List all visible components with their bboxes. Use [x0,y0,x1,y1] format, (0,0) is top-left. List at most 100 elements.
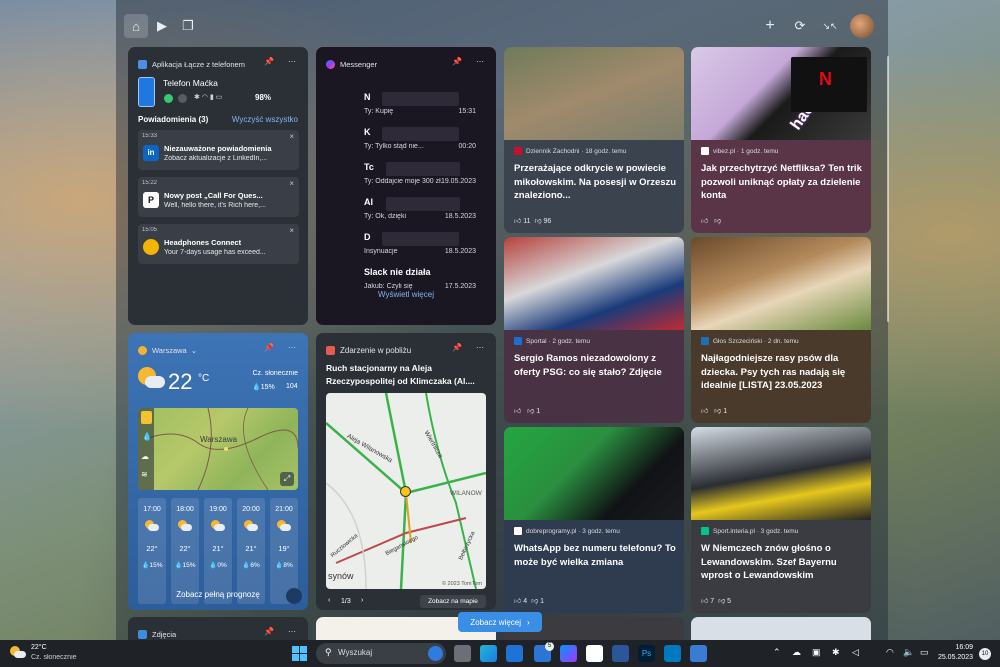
dislike-icon[interactable]: 👎︎ [714,218,721,225]
bing-icon[interactable] [428,646,443,661]
news-source[interactable]: Sportal · 2 godz. temu [526,338,590,345]
more-options-icon[interactable]: ⋯ [288,343,296,352]
prev-icon[interactable]: ‹ [328,597,330,604]
pin-icon[interactable]: 📌 [264,627,274,636]
news-card[interactable]: hackermanN vibez.pl · 1 godz. temu Jak prz… [691,47,871,233]
temp-unit[interactable]: °C [198,373,209,384]
more-options-icon[interactable]: ⋯ [288,627,296,636]
pin-icon[interactable]: 📌 [264,57,274,66]
scrollbar[interactable] [887,56,889,322]
news-headline[interactable]: Najłagodniejsze rasy psów dla dziecka. P… [701,352,865,393]
send-icon[interactable]: ◁ [852,647,859,658]
word-icon[interactable] [612,645,629,662]
like-icon[interactable]: 👍︎ [701,408,708,415]
task-view-icon[interactable] [454,645,471,662]
notification-item[interactable]: 15:33 × in Niezauważone powiadomienia Zo… [138,130,299,170]
chat-item[interactable]: D Insynuacje 18.5.2023 [364,232,476,262]
dislike-icon[interactable]: 👎︎ [714,408,721,415]
news-headline[interactable]: Sergio Ramos niezadowolony z oferty PSG:… [514,352,678,379]
news-card[interactable]: Sportal · 2 godz. temu Sergio Ramos nieza… [504,237,684,423]
more-options-icon[interactable]: ⋯ [476,343,484,352]
weather-taskbar-icon[interactable] [10,646,26,660]
like-icon[interactable]: 👍︎ [701,218,708,225]
clock-time[interactable]: 16:09 [937,644,973,651]
news-image[interactable] [691,427,871,520]
news-image[interactable] [691,237,871,330]
close-icon[interactable]: × [289,226,294,235]
bluetooth-icon[interactable]: ✱ [832,647,840,658]
wifi-icon[interactable]: ◠ [886,647,894,658]
traffic-map[interactable]: Aleja Wilanowska Wiertnicza WILANÓW Bełb… [326,393,486,589]
temperature-layer-icon[interactable] [141,411,152,424]
tray-app-icon[interactable]: ▣ [812,647,821,658]
like-icon[interactable]: 👍︎ [701,598,708,605]
onedrive-icon[interactable]: ☁ [792,647,801,658]
pin-icon[interactable]: 📌 [452,57,462,66]
more-options-icon[interactable]: ⋯ [288,57,296,66]
chat-item[interactable]: Tc Ty: Oddajcie moje 300 zł... 19.05.2023 [364,162,476,192]
news-card[interactable]: Dziennik Zachodni · 18 godz. temu Przeraż… [504,47,684,233]
news-headline[interactable]: Jak przechytrzyć Netfliksa? Ten trik poz… [701,162,865,203]
expand-icon[interactable]: ⤢ [280,472,294,486]
weather-map[interactable]: 💧 ☁ ≋ Warszawa ⤢ [138,408,298,490]
weather-city[interactable]: Warszawa [152,346,187,355]
full-forecast-link[interactable]: Zobacz pełną prognozę [128,590,308,599]
dislike-icon[interactable]: 👎︎ [718,598,725,605]
widgets-icon[interactable]: ❐ [176,14,200,38]
news-headline[interactable]: W Niemczech znów głośno o Lewandowskim. … [701,542,865,583]
forecast-hour[interactable]: 19:00 21° 💧0% [204,498,232,604]
wind-layer-icon[interactable]: ≋ [141,470,148,479]
trello-icon[interactable] [664,645,681,662]
news-source[interactable]: Dziennik Zachodni · 18 godz. temu [526,148,626,155]
news-source[interactable]: Sport.interia.pl · 3 godz. temu [713,528,798,535]
news-card[interactable]: Głos Szczeciński · 2 dn. temu Najłagodnie… [691,237,871,423]
refresh-icon[interactable]: ⟳ [788,14,812,38]
taskbar-weather-text[interactable]: Cz. słonecznie [31,654,77,661]
news-image[interactable] [504,427,684,520]
forecast-hour[interactable]: 17:00 22° 💧15% [138,498,166,604]
clock-date[interactable]: 25.05.2023 [925,654,973,661]
news-headline[interactable]: Przerażające odkrycie w powiecie mikołow… [514,162,678,203]
news-image[interactable] [504,47,684,140]
slack-icon[interactable] [586,645,603,662]
edge-icon[interactable] [480,645,497,662]
avatar[interactable] [850,14,874,38]
see-more-button[interactable]: Zobacz więcej › [458,612,542,632]
start-icon[interactable] [292,646,307,661]
more-options-icon[interactable]: ⋯ [476,57,484,66]
chevron-down-icon[interactable]: ⌄ [191,346,197,355]
like-icon[interactable]: 👍︎ [514,218,521,225]
pin-icon[interactable]: 📌 [452,343,462,352]
add-widget-icon[interactable]: + [758,14,782,38]
notification-item[interactable]: 15:05 × Headphones Connect Your 7-days u… [138,224,299,264]
dislike-icon[interactable]: 👎︎ [534,218,541,225]
volume-icon[interactable]: 🔈 [903,647,914,658]
chat-item[interactable]: K Ty: Tylko stąd nie... 00:20 [364,127,476,157]
close-icon[interactable]: × [289,132,294,141]
news-image[interactable]: hackermanN [691,47,871,140]
video-icon[interactable]: ▶ [150,14,174,38]
messenger-taskbar-icon[interactable] [560,645,577,662]
forecast-hour[interactable]: 18:00 22° 💧15% [171,498,199,604]
mail-icon[interactable] [506,645,523,662]
news-card[interactable]: dobreprogramy.pl · 3 godz. temu WhatsApp … [504,427,684,613]
view-on-map-button[interactable]: Zobacz na mapie [420,595,486,608]
chat-item[interactable]: Al Ty: Ok, dzięki 18.5.2023 [364,197,476,227]
news-source[interactable]: vibez.pl · 1 godz. temu [713,148,778,155]
news-image[interactable] [504,237,684,330]
notification-count-badge[interactable]: 10 [979,648,991,660]
close-icon[interactable]: × [289,179,294,188]
home-icon[interactable]: ⌂ [124,14,148,38]
forecast-hour[interactable]: 20:00 21° 💧6% [237,498,265,604]
app-icon[interactable] [690,645,707,662]
chevron-up-icon[interactable]: ⌃ [773,647,781,658]
notification-item[interactable]: 15:22 × P Nowy post „Call For Ques... We… [138,177,299,217]
like-icon[interactable]: 👍︎ [514,408,521,415]
taskbar-temp[interactable]: 22°C [31,644,47,651]
dislike-icon[interactable]: 👎︎ [531,598,538,605]
next-icon[interactable]: › [361,597,363,604]
cloud-layer-icon[interactable]: ☁ [141,452,149,461]
chat-item[interactable]: N Ty: Kupię 15:31 [364,92,476,122]
search-input[interactable]: ⚲ Wyszukaj [316,643,446,664]
news-headline[interactable]: WhatsApp bez numeru telefonu? To może by… [514,542,678,569]
